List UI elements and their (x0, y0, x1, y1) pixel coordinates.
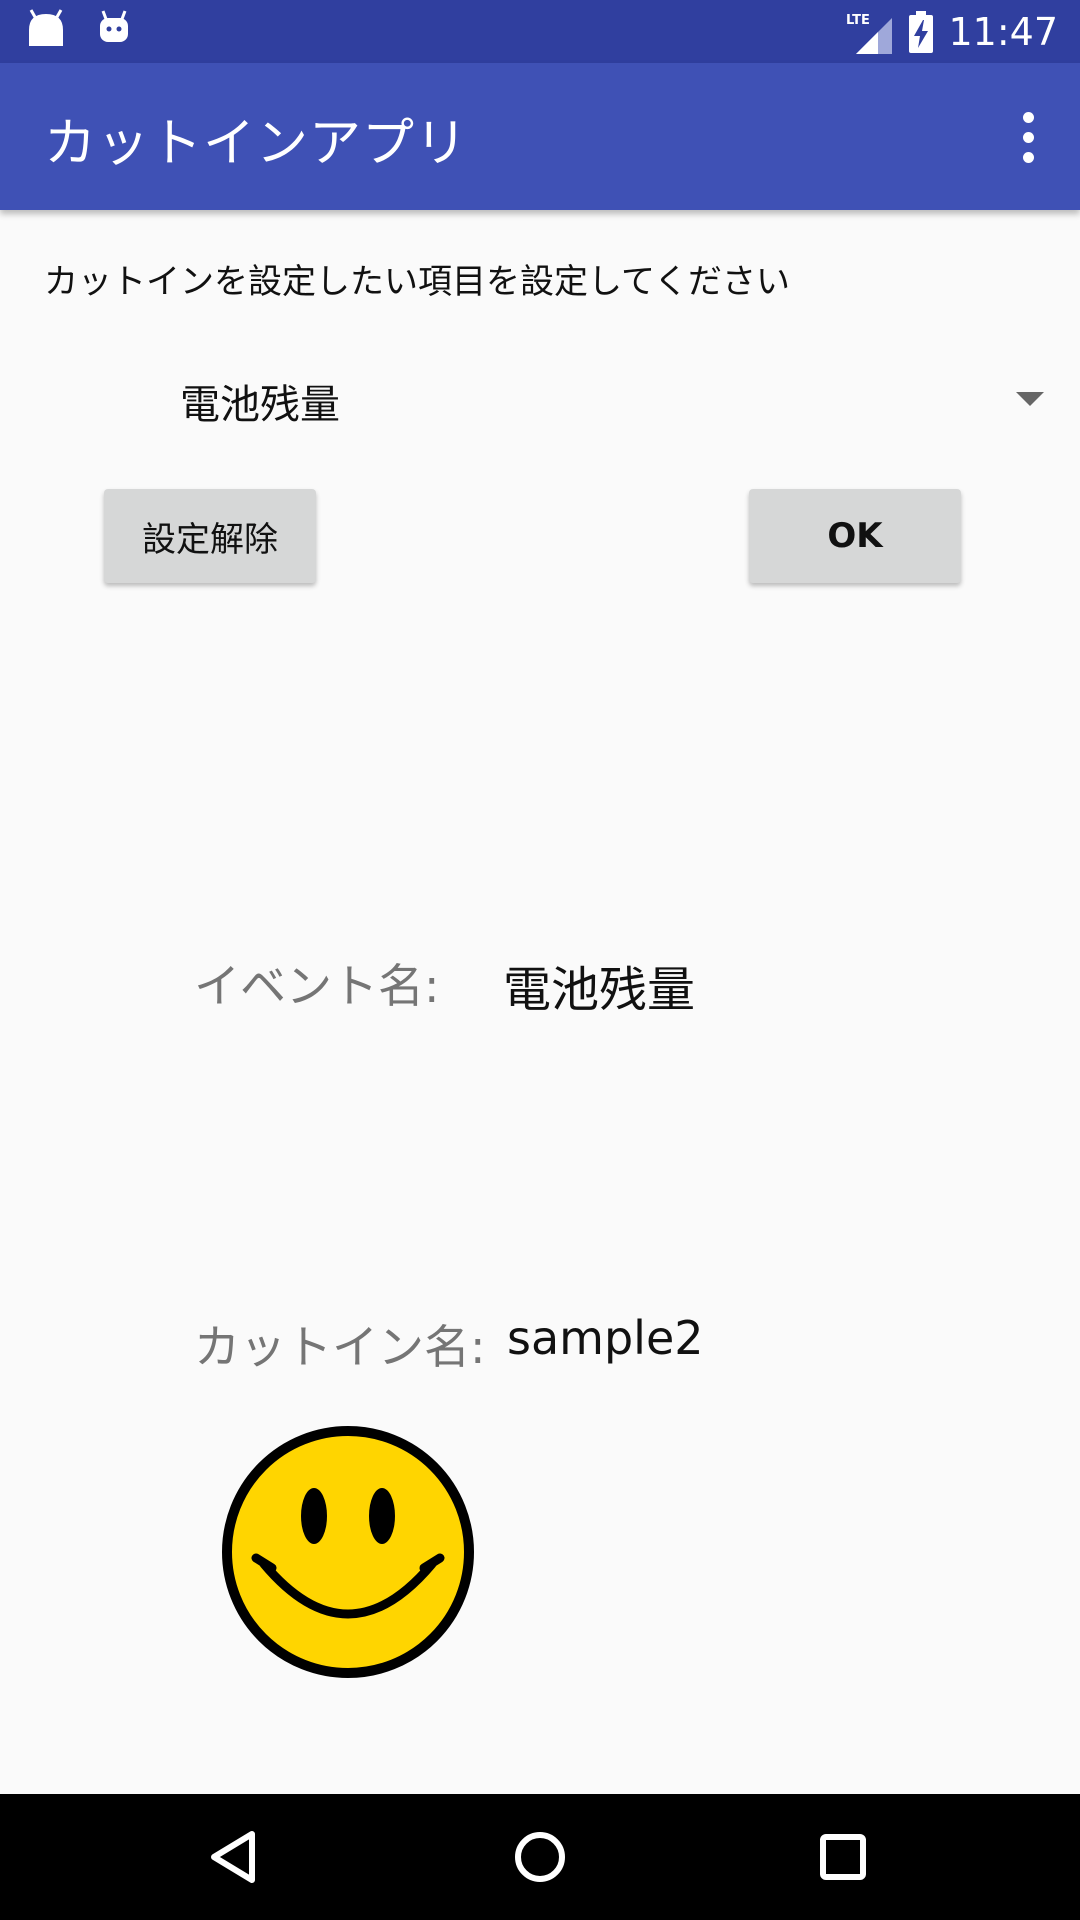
cutin-name-label: カットイン名: (194, 1320, 486, 1374)
svg-text:LTE: LTE (846, 13, 870, 28)
app-bar: カットインアプリ (0, 63, 1080, 210)
instruction-text: カットインを設定したい項目を設定してください (44, 262, 790, 302)
recent-apps-icon[interactable] (808, 1822, 878, 1892)
status-bar: LTE 11:47 (0, 0, 1080, 63)
status-left (26, 8, 132, 48)
cutin-name-value: sample2 (507, 1311, 704, 1365)
home-icon[interactable] (505, 1822, 575, 1892)
menu-dot (1022, 111, 1034, 123)
lte-signal-icon: LTE (846, 13, 893, 54)
status-clock: 11:47 (948, 9, 1058, 54)
app-title: カットインアプリ (44, 114, 469, 174)
menu-dot (1022, 131, 1034, 143)
status-right: LTE 11:47 (844, 0, 1058, 63)
spinner-selected-value: 電池残量 (180, 382, 340, 428)
battery-charging-icon (909, 10, 934, 53)
event-spinner[interactable]: 電池残量 (44, 350, 1044, 450)
event-name-value: 電池残量 (503, 962, 696, 1018)
event-name-label: イベント名: (194, 959, 440, 1013)
ok-button[interactable]: OK (749, 489, 961, 583)
menu-dot (1022, 151, 1034, 163)
smiley-face-icon (222, 1426, 474, 1678)
screen: LTE 11:47 カットインアプリ カットインを設定したい項目を設定してくださ… (0, 0, 1080, 1920)
clear-setting-button[interactable]: 設定解除 (104, 489, 316, 583)
dropdown-arrow-icon (1016, 392, 1044, 406)
android-icon (29, 9, 63, 46)
back-icon[interactable] (200, 1822, 270, 1892)
overflow-menu-icon[interactable] (998, 101, 1058, 173)
android-debug-icon (100, 10, 128, 42)
navigation-bar (0, 1794, 1080, 1920)
